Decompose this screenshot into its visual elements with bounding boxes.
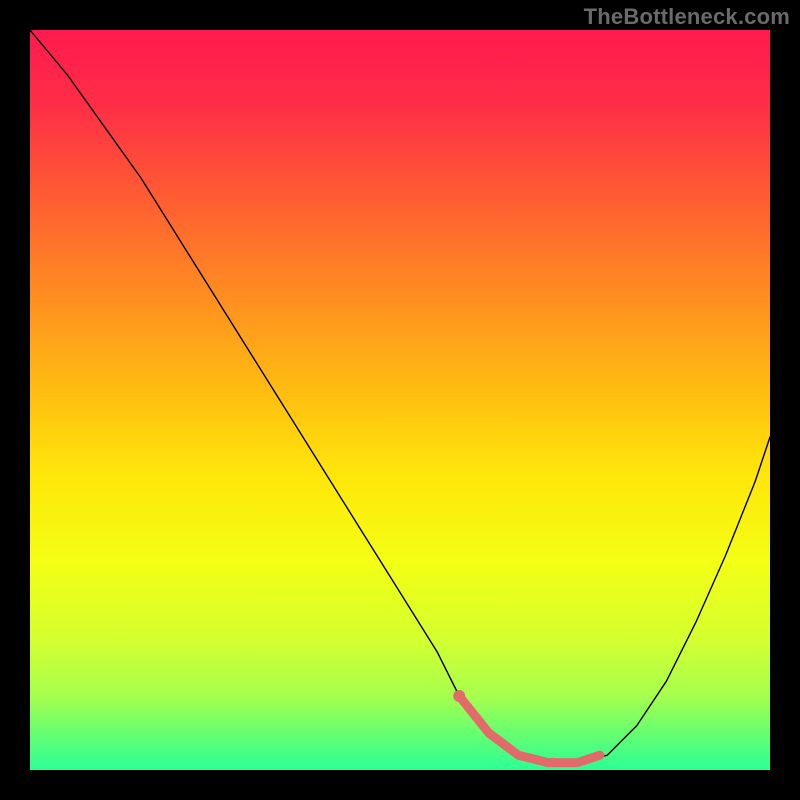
gradient-background xyxy=(30,30,770,770)
chart-svg xyxy=(30,30,770,770)
plot-area xyxy=(30,30,770,770)
marker-layer xyxy=(453,690,465,702)
highlight-start-dot xyxy=(453,690,465,702)
watermark-text: TheBottleneck.com xyxy=(584,4,790,30)
stage: TheBottleneck.com xyxy=(0,0,800,800)
